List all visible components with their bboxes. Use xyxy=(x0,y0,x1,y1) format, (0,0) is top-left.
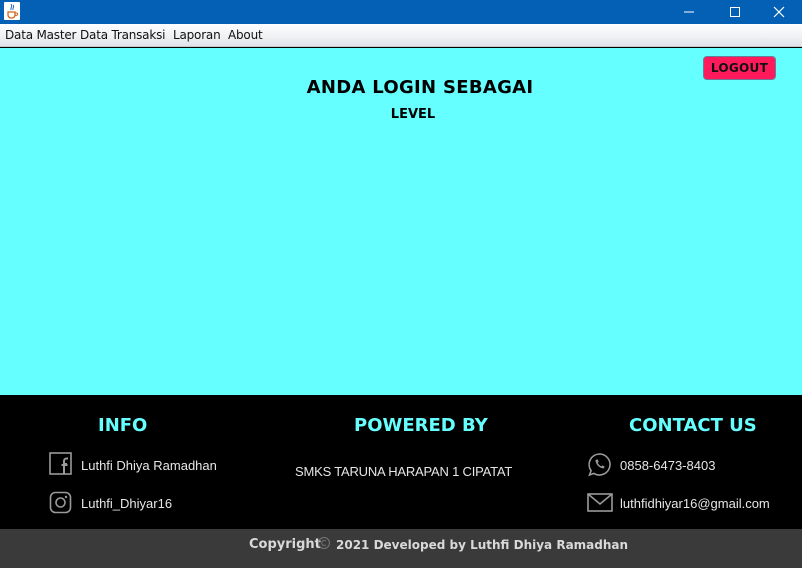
close-button[interactable] xyxy=(756,0,802,24)
menubar: Data Master Data Transaksi Laporan About xyxy=(0,24,802,47)
maximize-button[interactable] xyxy=(712,0,758,24)
java-cup-icon xyxy=(4,2,20,20)
menu-laporan[interactable]: Laporan xyxy=(173,28,221,42)
whatsapp-icon xyxy=(588,453,611,477)
school-name: SMKS TARUNA HARAPAN 1 CIPATAT xyxy=(295,464,513,479)
copyright-text: 2021 Developed by Luthfi Dhiya Ramadhan xyxy=(336,538,629,552)
maximize-icon xyxy=(730,7,740,17)
instagram-icon xyxy=(49,491,72,514)
footer: INFO POWERED BY CONTACT US Luthfi Dhiya … xyxy=(0,395,802,529)
menu-data-transaksi[interactable]: Data Transaksi xyxy=(80,28,165,42)
close-icon xyxy=(773,6,785,18)
minimize-button[interactable] xyxy=(666,0,712,24)
window-titlebar xyxy=(0,0,802,24)
menu-data-master[interactable]: Data Master xyxy=(5,28,76,42)
email-address: luthfidhiyar16@gmail.com xyxy=(620,496,770,511)
facebook-icon xyxy=(49,452,72,475)
facebook-name: Luthfi Dhiya Ramadhan xyxy=(81,458,217,473)
info-heading: INFO xyxy=(98,415,148,436)
menu-about[interactable]: About xyxy=(228,28,263,42)
phone-number: 0858-6473-8403 xyxy=(620,458,716,473)
login-title: ANDA LOGIN SEBAGAI xyxy=(306,77,534,98)
powered-by-heading: POWERED BY xyxy=(354,415,488,436)
copyright-icon xyxy=(318,537,330,549)
mail-icon xyxy=(587,493,613,512)
main-panel xyxy=(0,48,802,395)
level-label: LEVEL xyxy=(390,107,436,122)
instagram-handle: Luthfi_Dhiyar16 xyxy=(81,496,173,511)
copyright-bar: Copyright 2021 Developed by Luthfi Dhiya… xyxy=(0,529,802,568)
contact-us-heading: CONTACT US xyxy=(629,415,757,436)
copyright-label: Copyright xyxy=(249,537,321,552)
minimize-icon xyxy=(684,11,694,13)
